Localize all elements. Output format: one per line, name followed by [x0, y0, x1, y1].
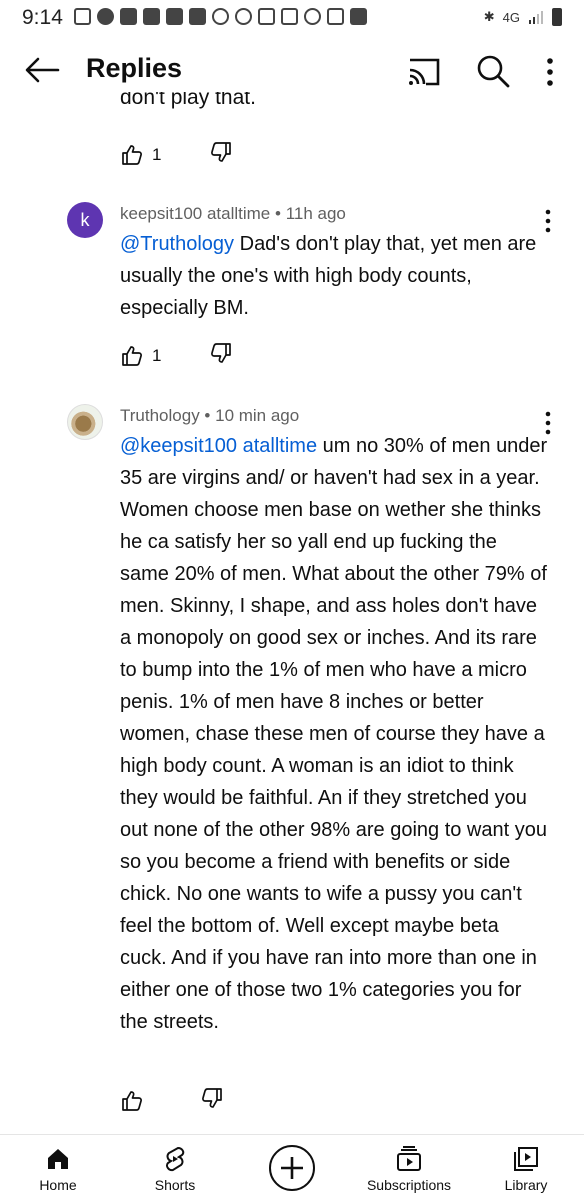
app-notification-icon	[189, 8, 206, 25]
nav-library[interactable]: Library	[486, 1135, 566, 1201]
thumbs-up-icon	[122, 144, 142, 165]
create-button[interactable]	[262, 1135, 322, 1201]
page-title: Replies	[86, 53, 183, 83]
youtube-notification-icon	[143, 8, 160, 25]
youtube-notification-icon	[120, 8, 137, 25]
notification-icons	[74, 8, 367, 25]
dislike-button[interactable]	[209, 140, 233, 169]
nav-shorts[interactable]: Shorts	[135, 1135, 215, 1201]
like-button[interactable]	[120, 1089, 152, 1113]
like-button[interactable]: 1	[120, 344, 161, 368]
library-icon	[514, 1147, 538, 1171]
alarm-notification-icon	[304, 8, 321, 25]
comment-actions	[120, 1086, 224, 1115]
comment-time: 10 min ago	[215, 406, 300, 425]
cast-icon[interactable]	[404, 56, 444, 88]
bluetooth-icon: ✱	[483, 9, 495, 24]
like-button[interactable]: 1	[120, 143, 161, 167]
bottom-navigation: Home Shorts Subscriptions Library	[0, 1134, 584, 1201]
signal-icon	[529, 11, 543, 24]
thumbs-down-icon	[211, 142, 232, 162]
previous-reply-text: don't play that.	[120, 92, 256, 114]
battery-icon	[552, 8, 562, 26]
thumbs-down-icon	[211, 343, 232, 363]
previous-reply-actions: 1	[120, 140, 233, 169]
back-arrow-icon[interactable]	[22, 52, 62, 88]
subscriptions-icon	[397, 1146, 421, 1171]
status-bar: 9:14 ✱ 4G	[0, 0, 584, 36]
comment-body: @keepsit100 atalltime um no 30% of men u…	[120, 430, 550, 1038]
comment-author[interactable]: keepsit100 atalltime	[120, 204, 270, 223]
home-icon	[48, 1149, 68, 1169]
video-notification-icon	[74, 8, 91, 25]
comment-time: 11h ago	[285, 204, 346, 223]
check-notification-icon	[97, 8, 114, 25]
loading-notification-icon	[235, 8, 252, 25]
mail-notification-icon	[281, 8, 298, 25]
comment-text: um no 30% of men under 35 are virgins an…	[120, 435, 548, 1033]
comment-actions: 1	[120, 341, 233, 370]
avatar[interactable]: k	[67, 202, 103, 238]
loading-notification-icon	[212, 8, 229, 25]
thumbs-up-icon	[122, 1090, 142, 1111]
mail-notification-icon	[327, 8, 344, 25]
dislike-button[interactable]	[200, 1086, 224, 1115]
system-status: ✱ 4G	[484, 8, 562, 26]
comment-body: @Truthology Dad's don't play that, yet m…	[120, 228, 550, 324]
previous-reply-tail: don't play that.	[120, 92, 256, 109]
meta-separator: •	[275, 204, 286, 223]
thumbs-up-icon	[122, 345, 142, 366]
comment-meta: Truthology • 10 min ago	[120, 406, 299, 426]
weather-channel-icon	[350, 8, 367, 25]
shorts-icon	[165, 1146, 185, 1172]
comment-mention[interactable]: @Truthology	[120, 233, 234, 255]
dislike-button[interactable]	[209, 341, 233, 370]
like-count: 1	[152, 345, 162, 365]
phone-notification-icon	[258, 8, 275, 25]
nav-home-label: Home	[39, 1177, 77, 1193]
nav-library-label: Library	[504, 1177, 548, 1193]
nav-subscriptions-label: Subscriptions	[366, 1177, 452, 1193]
comment-mention[interactable]: @keepsit100 atalltime	[120, 435, 317, 457]
add-icon	[269, 1145, 315, 1191]
avatar[interactable]	[67, 404, 103, 440]
more-options-icon[interactable]	[540, 54, 560, 90]
nav-subscriptions[interactable]: Subscriptions	[358, 1135, 460, 1201]
comment-author[interactable]: Truthology	[120, 406, 200, 425]
nav-shorts-label: Shorts	[154, 1177, 196, 1193]
app-bar: Replies	[0, 40, 584, 100]
like-count: 1	[152, 144, 162, 164]
search-icon[interactable]	[474, 52, 512, 90]
thumbs-down-icon	[202, 1088, 222, 1108]
youtube-notification-icon	[166, 8, 183, 25]
network-label: 4G	[502, 9, 520, 25]
status-time: 9:14	[22, 6, 63, 29]
meta-separator: •	[204, 406, 216, 425]
nav-home[interactable]: Home	[18, 1135, 98, 1201]
comment-meta: keepsit100 atalltime • 11h ago	[120, 204, 346, 224]
